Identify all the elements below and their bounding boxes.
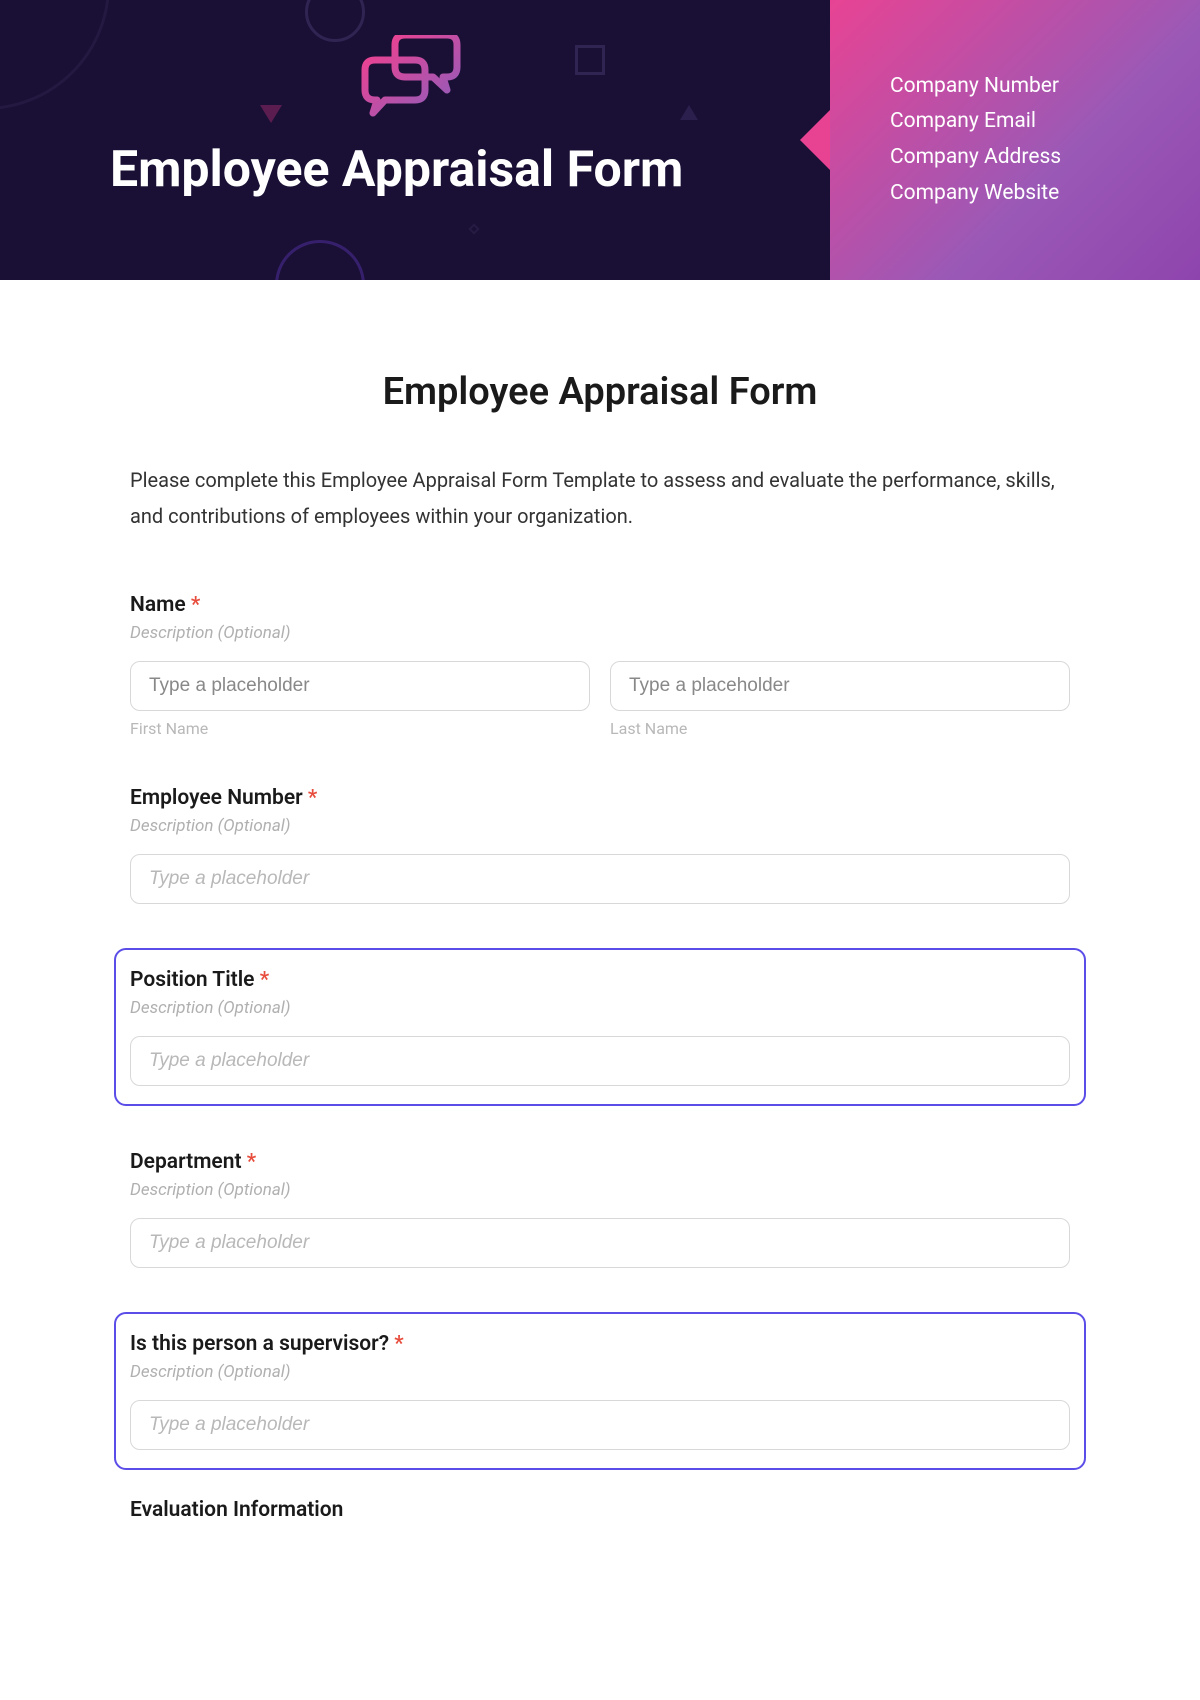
last-name-sublabel: Last Name: [610, 719, 1070, 738]
company-address-line: Company Address: [890, 140, 1200, 176]
company-info-block: Company Number Company Email Company Add…: [890, 69, 1200, 212]
department-input[interactable]: [130, 1218, 1070, 1268]
field-desc-supervisor[interactable]: Description (Optional): [130, 1362, 1070, 1382]
first-name-input[interactable]: [130, 661, 590, 711]
required-marker: *: [260, 968, 269, 992]
field-supervisor[interactable]: Is this person a supervisor? * Descripti…: [114, 1312, 1086, 1470]
last-name-input[interactable]: [610, 661, 1070, 711]
form-description: Please complete this Employee Appraisal …: [130, 462, 1070, 534]
field-name: Name * Description (Optional) First Name…: [130, 589, 1070, 742]
company-email-line: Company Email: [890, 104, 1200, 140]
section-heading-evaluation: Evaluation Information: [130, 1498, 1070, 1522]
field-label-employee-number: Employee Number *: [130, 786, 1070, 810]
header-left: Employee Appraisal Form: [0, 0, 830, 280]
decorative-circle: [0, 0, 110, 110]
banner-title: Employee Appraisal Form: [110, 141, 830, 199]
decorative-square: [575, 45, 605, 75]
position-title-input[interactable]: [130, 1036, 1070, 1086]
form-title: Employee Appraisal Form: [130, 370, 1070, 414]
supervisor-input[interactable]: [130, 1400, 1070, 1450]
field-desc-name[interactable]: Description (Optional): [130, 623, 1070, 643]
company-number-line: Company Number: [890, 69, 1200, 105]
company-website-line: Company Website: [890, 176, 1200, 212]
chat-bubbles-icon: [355, 35, 465, 129]
form-content: Employee Appraisal Form Please complete …: [0, 280, 1200, 1562]
first-name-sublabel: First Name: [130, 719, 590, 738]
decorative-triangle: [260, 105, 282, 123]
header-banner: Employee Appraisal Form Company Number C…: [0, 0, 1200, 280]
field-employee-number: Employee Number * Description (Optional): [130, 782, 1070, 908]
header-right: Company Number Company Email Company Add…: [830, 0, 1200, 280]
field-label-name: Name *: [130, 593, 1070, 617]
field-position-title[interactable]: Position Title * Description (Optional): [114, 948, 1086, 1106]
field-label-supervisor: Is this person a supervisor? *: [130, 1332, 1070, 1356]
required-marker: *: [308, 786, 317, 810]
field-desc-department[interactable]: Description (Optional): [130, 1180, 1070, 1200]
required-marker: *: [394, 1332, 403, 1356]
employee-number-input[interactable]: [130, 854, 1070, 904]
field-label-department: Department *: [130, 1150, 1070, 1174]
field-desc-position-title[interactable]: Description (Optional): [130, 998, 1070, 1018]
decorative-square: [468, 223, 479, 234]
field-desc-employee-number[interactable]: Description (Optional): [130, 816, 1070, 836]
decorative-triangle: [680, 105, 698, 120]
required-marker: *: [191, 593, 200, 617]
field-label-position-title: Position Title *: [130, 968, 1070, 992]
decorative-circle: [275, 240, 365, 280]
field-department: Department * Description (Optional): [130, 1146, 1070, 1272]
required-marker: *: [247, 1150, 256, 1174]
